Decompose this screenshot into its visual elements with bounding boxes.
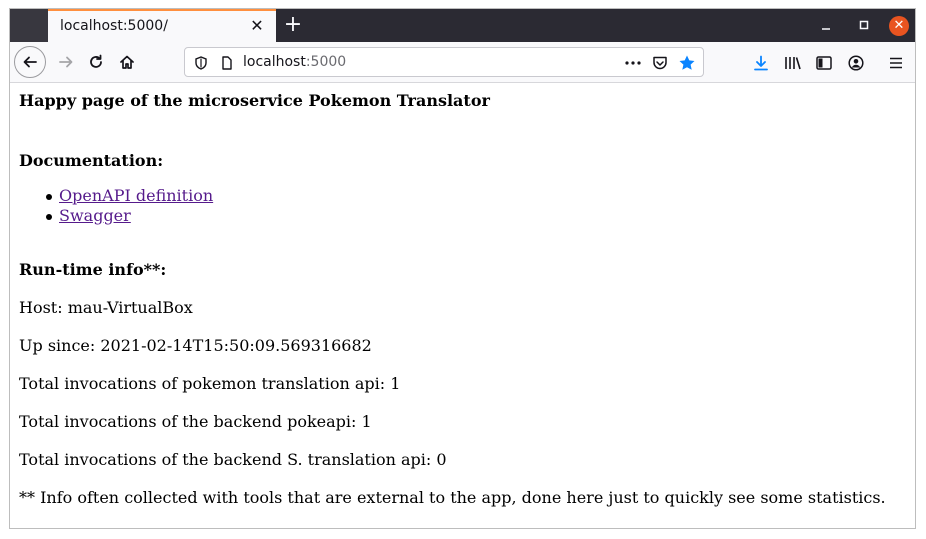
- page-content: Happy page of the microservice Pokemon T…: [10, 83, 915, 528]
- reload-icon: [90, 54, 102, 68]
- forward-button[interactable]: [50, 46, 82, 78]
- window-close-icon[interactable]: ✕: [889, 16, 909, 36]
- url-host: localhost: [243, 54, 306, 70]
- maximize-icon[interactable]: [854, 16, 874, 36]
- url-text: localhost:5000: [243, 54, 346, 70]
- back-button[interactable]: [14, 46, 46, 78]
- navigation-toolbar: localhost:5000: [10, 42, 915, 83]
- documentation-heading: Documentation:: [19, 151, 164, 170]
- list-bullet: [46, 194, 52, 200]
- list-bullet: [46, 214, 52, 220]
- tab-active[interactable]: localhost:5000/ ✕: [48, 9, 276, 42]
- downloads-icon[interactable]: [750, 52, 772, 74]
- s-translation-api-invocations: Total invocations of the backend S. tran…: [19, 450, 447, 469]
- url-bar[interactable]: localhost:5000: [184, 47, 704, 77]
- tab-bar: localhost:5000/ ✕ + ✕: [10, 9, 915, 42]
- tab-close-icon[interactable]: ✕: [248, 17, 266, 35]
- tab-title: localhost:5000/: [60, 18, 168, 34]
- host-info: Host: mau-VirtualBox: [19, 298, 193, 317]
- swagger-link[interactable]: Swagger: [59, 206, 131, 225]
- page-actions-icon[interactable]: [623, 53, 643, 73]
- bookmark-star-icon[interactable]: [677, 53, 697, 73]
- forward-arrow-icon: [59, 56, 73, 68]
- page-info-icon[interactable]: [217, 53, 237, 73]
- library-icon[interactable]: [782, 52, 804, 74]
- openapi-definition-link[interactable]: OpenAPI definition: [59, 186, 213, 205]
- footnote: ** Info often collected with tools that …: [19, 488, 886, 507]
- back-arrow-icon: [23, 56, 37, 68]
- runtime-info-heading: Run-time info**:: [19, 260, 167, 279]
- home-icon: [120, 55, 134, 69]
- minimize-icon[interactable]: [816, 16, 836, 36]
- tab-bar-spacer: [10, 9, 48, 42]
- url-port: :5000: [305, 54, 347, 70]
- up-since-info: Up since: 2021-02-14T15:50:09.569316682: [19, 336, 372, 355]
- sidebar-icon[interactable]: [813, 52, 835, 74]
- account-icon[interactable]: [845, 52, 867, 74]
- pokeapi-invocations: Total invocations of the backend pokeapi…: [19, 412, 372, 431]
- pocket-icon[interactable]: [650, 53, 670, 73]
- reload-button[interactable]: [80, 46, 112, 78]
- menu-icon[interactable]: [885, 52, 907, 74]
- translation-api-invocations: Total invocations of pokemon translation…: [19, 374, 401, 393]
- browser-window: localhost:5000/ ✕ + ✕ localhost:5000 Hap…: [9, 8, 916, 529]
- new-tab-icon[interactable]: +: [282, 14, 304, 36]
- page-title: Happy page of the microservice Pokemon T…: [19, 91, 490, 110]
- tracking-shield-icon[interactable]: [191, 53, 211, 73]
- home-button[interactable]: [111, 46, 143, 78]
